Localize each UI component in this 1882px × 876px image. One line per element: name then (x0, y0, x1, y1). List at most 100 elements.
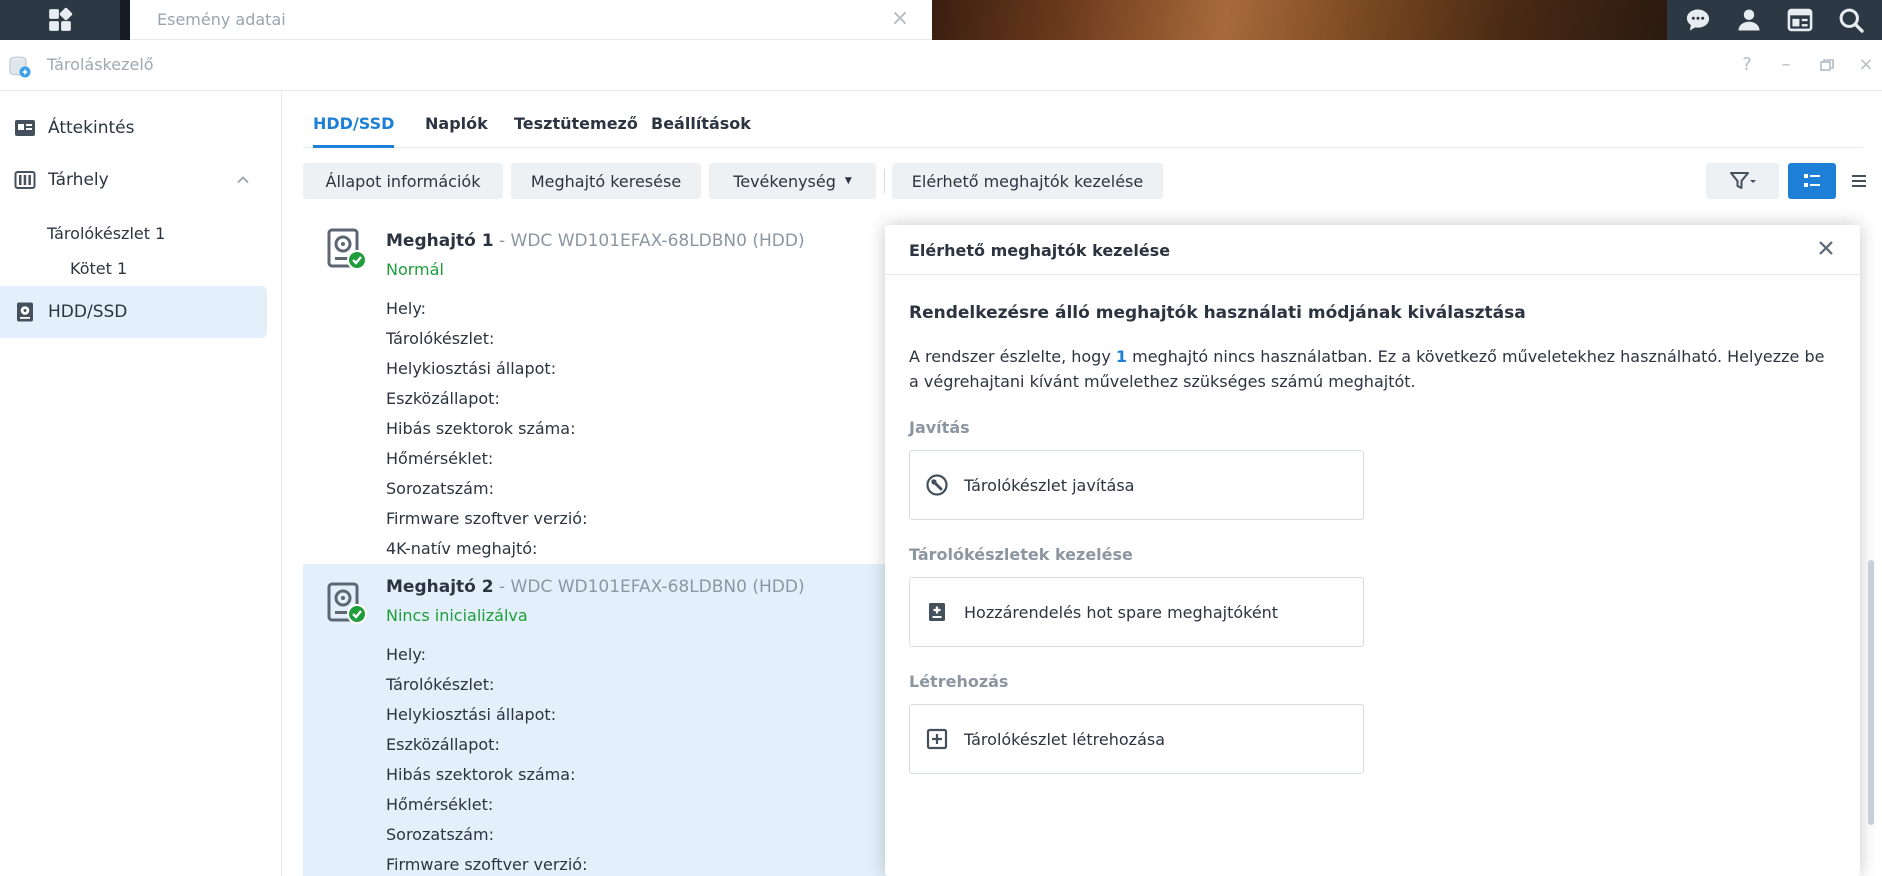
sidebar-item-overview[interactable]: Áttekintés (0, 102, 267, 154)
caret-down-icon: ▼ (844, 176, 852, 186)
apps-grid-icon (49, 7, 73, 31)
repair-storage-pool-button[interactable]: Tárolókészlet javítása (909, 450, 1364, 520)
sidebar-item-label: Tárhely (48, 170, 109, 190)
taskbar-window-close-icon[interactable]: × (890, 8, 910, 30)
chevron-up-icon[interactable] (235, 172, 251, 188)
prop-temperature: Hőmérséklet: (386, 795, 494, 814)
repair-action-label: Tárolókészlet javítása (964, 475, 1135, 495)
search-button[interactable] (1835, 4, 1867, 36)
activity-dropdown[interactable]: Tevékenység ▼ (709, 163, 876, 199)
dialog-heading: Rendelkezésre álló meghajtók használati … (909, 303, 1526, 323)
sidebar: Áttekintés Tárhely Tárolókészlet 1 Kötet… (0, 91, 282, 876)
hot-spare-icon (926, 601, 948, 623)
prop-firmware-version: Firmware szoftver verzió: (386, 855, 588, 874)
prop-allocation-status: Helykiosztási állapot: (386, 705, 557, 724)
storage-manager-app-icon (9, 56, 31, 78)
drive-disk-icon (327, 228, 367, 270)
list-detail-view-button[interactable] (1788, 163, 1836, 199)
chat-icon (1687, 9, 1710, 31)
tab-settings[interactable]: Beállítások (651, 114, 751, 133)
maximize-icon[interactable] (1816, 54, 1838, 76)
list-view-button[interactable] (1839, 163, 1879, 199)
find-drive-button[interactable]: Meghajtó keresése (511, 163, 701, 199)
tab-test-scheduler[interactable]: Tesztütemező (514, 114, 638, 133)
drive-item[interactable]: Meghajtó 1 - WDC WD101EFAX-68LDBN0 (HDD)… (303, 218, 903, 568)
prop-4k-native: 4K-natív meghajtó: (386, 539, 538, 558)
prop-health-status: Eszközállapot: (386, 389, 500, 408)
create-plus-icon (926, 728, 948, 750)
dialog-description: A rendszer észlelte, hogy 1 meghajtó nin… (909, 344, 1839, 394)
drive-name: Meghajtó 2 (386, 577, 494, 597)
close-icon[interactable]: × (1855, 54, 1877, 76)
taskbar-window-title: Esemény adatai (157, 10, 286, 29)
tab-bar: HDD/SSD Naplók Tesztütemező Beállítások (303, 91, 1863, 148)
main-menu-button[interactable] (0, 0, 120, 40)
user-button[interactable] (1733, 4, 1765, 36)
drive-title: Meghajtó 1 - WDC WD101EFAX-68LDBN0 (HDD) (386, 231, 805, 251)
sidebar-item-label: HDD/SSD (48, 302, 128, 322)
prop-storage-pool: Tárolókészlet: (386, 329, 495, 348)
list-icon (1852, 175, 1866, 187)
sidebar-item-storage-pool-1[interactable]: Tárolókészlet 1 (47, 224, 165, 243)
hdd-icon (14, 301, 36, 323)
desktop-wallpaper-strip (932, 0, 1667, 40)
window-title: Tároláskezelő (47, 55, 154, 74)
activity-label: Tevékenység (733, 171, 836, 191)
minimize-icon[interactable]: – (1775, 54, 1797, 76)
drive-status: Normál (386, 260, 444, 279)
manage-available-drives-dialog: Elérhető meghajtók kezelése Rendelkezésr… (885, 225, 1860, 876)
create-storage-pool-button[interactable]: Tárolókészlet létrehozása (909, 704, 1364, 774)
taskbar: Esemény adatai × (0, 0, 1882, 40)
tab-logs[interactable]: Naplók (425, 114, 488, 133)
repair-icon (926, 474, 948, 496)
sidebar-item-label: Áttekintés (48, 118, 135, 138)
widgets-icon (1787, 8, 1813, 32)
drive-item-selected[interactable]: Meghajtó 2 - WDC WD101EFAX-68LDBN0 (HDD)… (303, 564, 903, 876)
prop-firmware-version: Firmware szoftver verzió: (386, 509, 588, 528)
drive-model: - WDC WD101EFAX-68LDBN0 (HDD) (493, 231, 805, 251)
main-scrollbar-thumb[interactable] (1868, 560, 1874, 825)
manage-available-drives-button[interactable]: Elérhető meghajtók kezelése (892, 163, 1163, 199)
widgets-button[interactable] (1784, 4, 1816, 36)
prop-serial-number: Sorozatszám: (386, 479, 494, 498)
hot-spare-action-label: Hozzárendelés hot spare meghajtóként (964, 602, 1279, 622)
sidebar-item-hdd-ssd[interactable]: HDD/SSD (0, 286, 267, 338)
user-icon (1738, 9, 1760, 31)
prop-bad-sectors: Hibás szektorok száma: (386, 765, 576, 784)
tab-hdd-ssd[interactable]: HDD/SSD (313, 114, 395, 148)
section-title-repair: Javítás (909, 418, 970, 437)
window-titlebar[interactable]: Tároláskezelő ? – × (0, 40, 1882, 91)
sidebar-item-storage[interactable]: Tárhely (0, 154, 267, 206)
prop-location: Hely: (386, 299, 427, 318)
taskbar-tray (1667, 0, 1882, 40)
taskbar-window-event-details[interactable]: Esemény adatai × (130, 0, 932, 40)
find-drive-label: Meghajtó keresése (530, 171, 682, 191)
search-icon (1839, 8, 1864, 33)
unused-drive-count: 1 (1115, 347, 1128, 366)
notifications-button[interactable] (1682, 4, 1714, 36)
prop-storage-pool: Tárolókészlet: (386, 675, 495, 694)
dialog-header[interactable]: Elérhető meghajtók kezelése (885, 225, 1860, 275)
desc-text-before: A rendszer észlelte, hogy (909, 347, 1116, 366)
manage-available-label: Elérhető meghajtók kezelése (911, 171, 1144, 191)
storage-icon (14, 169, 36, 191)
section-title-manage-pools: Tárolókészletek kezelése (909, 545, 1133, 564)
sidebar-item-volume-1[interactable]: Kötet 1 (70, 259, 127, 278)
create-action-label: Tárolókészlet létrehozása (964, 729, 1166, 749)
dialog-title: Elérhető meghajtók kezelése (909, 241, 1171, 260)
section-title-create: Létrehozás (909, 672, 1009, 691)
filter-button[interactable] (1706, 163, 1779, 199)
prop-location: Hely: (386, 645, 427, 664)
status-info-button[interactable]: Állapot információk (303, 163, 503, 199)
drive-disk-icon (327, 582, 367, 624)
taskbar-separator (120, 0, 130, 40)
toolbar-divider (884, 169, 885, 193)
list-detail-icon (1804, 174, 1820, 187)
prop-health-status: Eszközállapot: (386, 735, 500, 754)
filter-icon (1729, 172, 1756, 189)
prop-bad-sectors: Hibás szektorok száma: (386, 419, 576, 438)
close-icon[interactable] (1816, 238, 1836, 258)
assign-hot-spare-button[interactable]: Hozzárendelés hot spare meghajtóként (909, 577, 1364, 647)
drive-status: Nincs inicializálva (386, 606, 528, 625)
help-icon[interactable]: ? (1736, 54, 1758, 76)
